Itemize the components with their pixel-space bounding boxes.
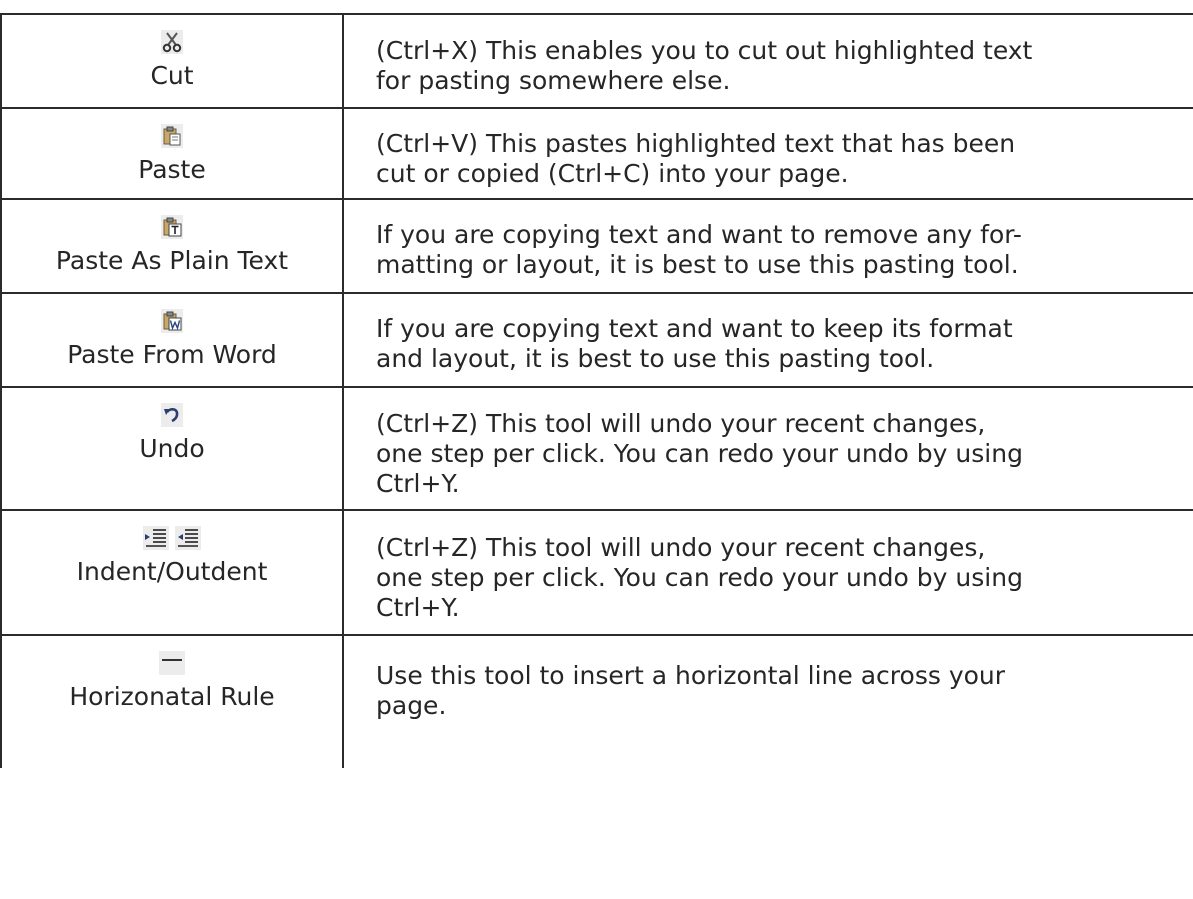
- tool-name: Paste: [138, 155, 206, 184]
- tool-cell: Indent/Outdent: [0, 509, 344, 636]
- toolbar-reference-table: Cut (Ctrl+X) This enables you to cut out…: [0, 13, 1193, 768]
- indent-outdent-icon: [143, 523, 201, 551]
- tool-cell: Paste As Plain Text: [0, 198, 344, 294]
- paste-icon: [161, 121, 183, 149]
- tool-description: (Ctrl+V) This pastes highlighted text th…: [376, 129, 1016, 188]
- table-row: Undo (Ctrl+Z) This tool will undo your r…: [0, 386, 1193, 511]
- tool-description: If you are copying text and want to keep…: [376, 314, 1013, 373]
- description-cell: (Ctrl+Z) This tool will undo your recent…: [342, 386, 1193, 511]
- table-row: Paste As Plain Text If you are copying t…: [0, 198, 1193, 294]
- tool-name: Indent/Outdent: [76, 557, 268, 586]
- description-cell: If you are copying text and want to keep…: [342, 292, 1193, 388]
- tool-description: Use this tool to insert a horizontal lin…: [376, 661, 1006, 720]
- paste-from-word-icon: [161, 306, 183, 334]
- tool-description: (Ctrl+Z) This tool will undo your recent…: [376, 533, 1023, 622]
- table-row: Indent/Outdent (Ctrl+Z) This tool will u…: [0, 509, 1193, 636]
- tool-name: Paste As Plain Text: [55, 246, 289, 275]
- tool-name: Undo: [139, 434, 205, 463]
- horizontal-rule-icon: [159, 648, 185, 676]
- description-cell: If you are copying text and want to remo…: [342, 198, 1193, 294]
- description-cell: Use this tool to insert a horizontal lin…: [342, 634, 1193, 768]
- table-row: Paste From Word If you are copying text …: [0, 292, 1193, 388]
- table-row: Cut (Ctrl+X) This enables you to cut out…: [0, 13, 1193, 109]
- tool-name: Cut: [150, 61, 194, 90]
- table-row: Paste (Ctrl+V) This pastes highlighted t…: [0, 107, 1193, 200]
- tool-description: (Ctrl+Z) This tool will undo your recent…: [376, 409, 1023, 498]
- paste-plain-text-icon: [161, 212, 183, 240]
- tool-cell: Paste From Word: [0, 292, 344, 388]
- tool-description: (Ctrl+X) This enables you to cut out hig…: [376, 36, 1033, 95]
- description-cell: (Ctrl+X) This enables you to cut out hig…: [342, 13, 1193, 109]
- tool-name: Horizonatal Rule: [69, 682, 275, 711]
- scissors-icon: [161, 27, 183, 55]
- description-cell: (Ctrl+Z) This tool will undo your recent…: [342, 509, 1193, 636]
- tool-cell: Horizonatal Rule: [0, 634, 344, 768]
- description-cell: (Ctrl+V) This pastes highlighted text th…: [342, 107, 1193, 200]
- tool-cell: Paste: [0, 107, 344, 200]
- tool-cell: Cut: [0, 13, 344, 109]
- table-row: Horizonatal Rule Use this tool to insert…: [0, 634, 1193, 768]
- tool-name: Paste From Word: [67, 340, 277, 369]
- undo-icon: [161, 400, 183, 428]
- tool-description: If you are copying text and want to remo…: [376, 220, 1022, 279]
- tool-cell: Undo: [0, 386, 344, 511]
